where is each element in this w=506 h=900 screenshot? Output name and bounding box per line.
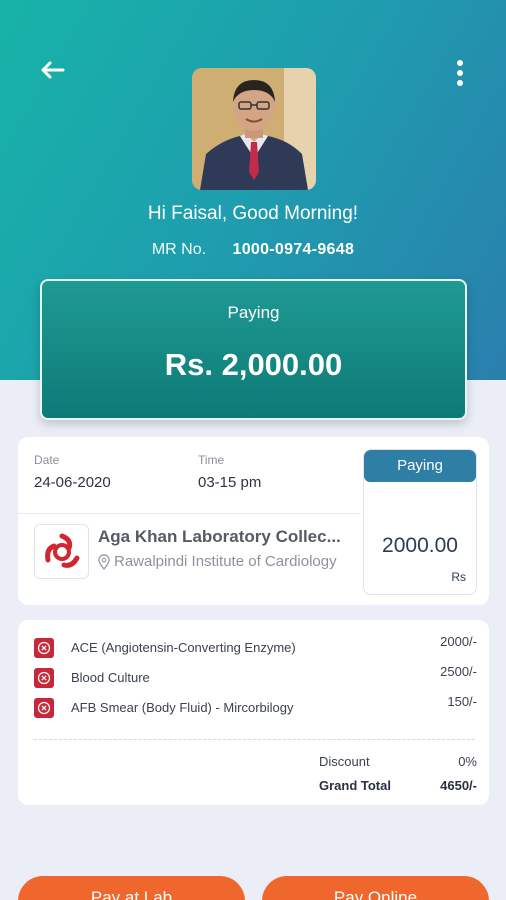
paying-amount: Rs. 2,000.00 [164,347,343,382]
appointment-details-card: Date 24-06-2020 Time 03-15 pm Paying 200… [18,437,489,605]
pay-online-button[interactable]: Pay Online [262,876,489,900]
tests-card: ACE (Angiotensin-Converting Enzyme) 2000… [18,620,489,805]
lab-location-text: Rawalpindi Institute of Cardiology [114,553,337,570]
lab-name: Aga Khan Laboratory Collec... [98,527,341,546]
test-row: AFB Smear (Body Fluid) - Mircorbilogy 15… [18,694,489,720]
dashed-divider [34,739,475,740]
divider [18,513,361,514]
test-name: Blood Culture [71,670,150,685]
paying-box-amount: 2000.00 [382,534,458,557]
pay-at-lab-button[interactable]: Pay at Lab [18,876,245,900]
lab-logo-icon [44,533,79,568]
test-price: 150/- [447,694,477,709]
back-button[interactable] [36,56,68,84]
grand-total-value: 4650/- [440,778,477,793]
date-value: 24-06-2020 [34,474,111,491]
date-label: Date [34,453,60,467]
lab-logo [34,524,89,579]
mr-label: MR No. [151,241,207,258]
paying-summary-box: Paying 2000.00 Rs [363,449,477,595]
payment-amount-card: Paying Rs. 2,000.00 [40,279,467,420]
paying-badge: Paying [364,450,476,482]
mr-number-row: MR No. 1000-0974-9648 [0,241,506,259]
close-circle-icon [37,641,51,655]
discount-value: 0% [458,754,477,769]
arrow-left-icon [41,61,65,79]
lab-location: Rawalpindi Institute of Cardiology [98,553,337,570]
test-row: ACE (Angiotensin-Converting Enzyme) 2000… [18,634,489,660]
time-label: Time [198,453,225,467]
discount-label: Discount [319,754,370,769]
more-options-button[interactable] [446,56,474,90]
more-vertical-icon [457,60,463,66]
more-vertical-icon-dot [457,80,463,86]
greeting-text: Hi Faisal, Good Morning! [147,203,359,224]
remove-test-button[interactable] [34,638,54,658]
more-vertical-icon-dot [457,70,463,76]
grand-total-label: Grand Total [319,778,391,793]
remove-test-button[interactable] [34,668,54,688]
test-name: AFB Smear (Body Fluid) - Mircorbilogy [71,700,294,715]
remove-test-button[interactable] [34,698,54,718]
profile-photo [192,68,316,190]
test-price: 2000/- [440,634,477,649]
close-circle-icon [37,701,51,715]
currency-label: Rs [451,570,466,584]
test-row: Blood Culture 2500/- [18,664,489,690]
test-price: 2500/- [440,664,477,679]
test-name: ACE (Angiotensin-Converting Enzyme) [71,640,296,655]
mr-number: 1000-0974-9648 [232,241,355,258]
avatar [192,68,316,190]
map-pin-icon [98,553,110,570]
close-circle-icon [37,671,51,685]
paying-label: Paying [227,303,280,322]
time-value: 03-15 pm [198,474,262,491]
